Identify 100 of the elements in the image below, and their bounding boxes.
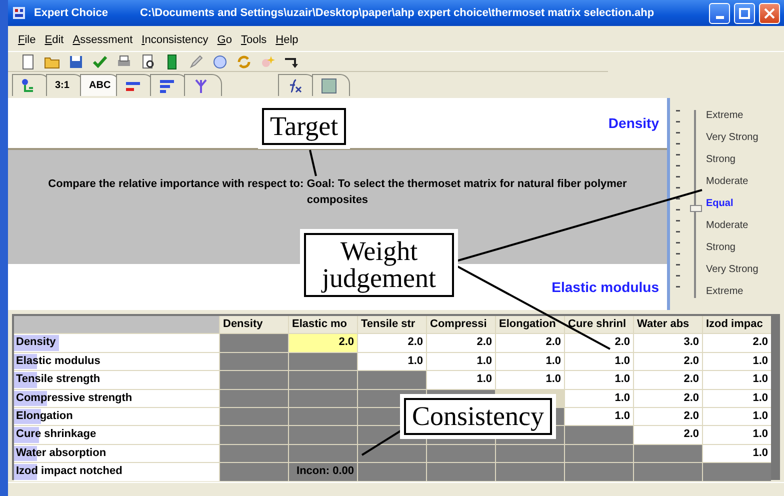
shaded-cell bbox=[289, 352, 357, 370]
scale-option[interactable]: Strong bbox=[706, 236, 758, 258]
shaded-cell bbox=[289, 444, 357, 462]
menu-item[interactable]: Tools bbox=[240, 32, 267, 49]
window-title: C:\Documents and Settings\uzair\Desktop\paper\ahp expert choice\thermoset matrix selection.ahp bbox=[140, 6, 654, 21]
menu-item[interactable]: Help bbox=[276, 32, 298, 49]
scale-option[interactable]: Equal bbox=[706, 192, 758, 214]
matrix-cell[interactable]: 1.0 bbox=[358, 352, 426, 370]
matrix-cell[interactable]: 2.0 bbox=[634, 390, 702, 407]
close-button[interactable] bbox=[759, 2, 780, 24]
maximize-icon bbox=[739, 8, 750, 18]
scale-option[interactable]: Very Strong bbox=[706, 258, 758, 280]
column-header: Cure shrinl bbox=[565, 316, 633, 334]
shaded-cell bbox=[358, 463, 426, 481]
row-label-text: Izod impact notched bbox=[16, 465, 122, 478]
matrix-cell[interactable]: 1.0 bbox=[427, 352, 495, 370]
menu-item[interactable]: Go bbox=[217, 32, 232, 49]
column-header: Tensile str bbox=[358, 316, 426, 334]
matrix-cell[interactable]: 2.0 bbox=[634, 371, 702, 389]
matrix-cell[interactable]: 2.0 bbox=[496, 334, 564, 352]
column-header: Density bbox=[220, 316, 288, 334]
scale-option[interactable]: Extreme bbox=[706, 280, 758, 302]
row-label-text: Tensile strength bbox=[16, 373, 100, 386]
shaded-cell: Incon: 0.00 bbox=[289, 463, 357, 481]
app-icon bbox=[12, 6, 26, 20]
row-label-text: Elongation bbox=[16, 410, 73, 422]
matrix-cell[interactable]: 2.0 bbox=[427, 334, 495, 352]
shaded-cell bbox=[289, 426, 357, 444]
shaded-cell bbox=[565, 444, 633, 462]
shaded-cell bbox=[220, 408, 288, 426]
element-label: Density bbox=[608, 114, 659, 133]
element-label: Elastic modulus bbox=[552, 278, 659, 296]
scale-option[interactable]: Strong bbox=[706, 148, 758, 170]
shaded-cell bbox=[427, 444, 495, 462]
menu-item[interactable]: Inconsistency bbox=[142, 32, 208, 49]
tab[interactable] bbox=[312, 74, 350, 96]
column-header: Izod impac bbox=[703, 316, 771, 334]
fork-icon bbox=[192, 78, 209, 94]
leader-line bbox=[309, 150, 317, 176]
matrix-cell[interactable]: 1.0 bbox=[703, 426, 771, 444]
shaded-cell bbox=[289, 408, 357, 426]
callout-label: Consistency bbox=[404, 398, 552, 435]
matrix-cell[interactable]: 2.0 bbox=[703, 334, 771, 352]
matrix-cell[interactable]: 1.0 bbox=[565, 352, 633, 370]
pencil-icon[interactable] bbox=[188, 54, 204, 70]
matrix-cell[interactable]: 1.0 bbox=[565, 390, 633, 407]
row-label-text: Compressive strength bbox=[16, 392, 132, 404]
globe-icon[interactable] bbox=[212, 54, 228, 70]
shaded-cell bbox=[220, 334, 288, 352]
matrix-cell[interactable]: 1.0 bbox=[565, 371, 633, 389]
matrix-cell[interactable]: 3.0 bbox=[634, 334, 702, 352]
scale-option[interactable]: Extreme bbox=[706, 104, 758, 126]
shaded-cell bbox=[289, 390, 357, 407]
matrix-cell[interactable]: 2.0 bbox=[289, 334, 357, 352]
scale-option[interactable]: Moderate bbox=[706, 170, 758, 192]
minimize-button[interactable] bbox=[709, 2, 730, 24]
matrix-cell[interactable]: 1.0 bbox=[703, 444, 771, 462]
scale-option[interactable]: Very Strong bbox=[706, 126, 758, 148]
close-icon bbox=[764, 8, 775, 18]
shaded-cell bbox=[634, 463, 702, 481]
matrix-cell[interactable]: 2.0 bbox=[358, 334, 426, 352]
callout-label: Weight judgement bbox=[304, 233, 454, 297]
grid-icon bbox=[320, 78, 337, 94]
matrix-cell[interactable]: 1.0 bbox=[427, 371, 495, 389]
comparison-prompt: Compare the relative importance with respect to: Goal: To select the thermoset matrix for natural fiber polymer composites bbox=[47, 176, 628, 208]
matrix-cell[interactable]: 1.0 bbox=[496, 352, 564, 370]
matrix-cell[interactable]: 1.0 bbox=[703, 371, 771, 389]
scale-option[interactable]: Moderate bbox=[706, 214, 758, 236]
matrix-cell[interactable]: 1.0 bbox=[703, 408, 771, 426]
matrix-cell[interactable]: 1.0 bbox=[565, 408, 633, 426]
column-header: Compressi bbox=[427, 316, 495, 334]
app-name: Expert Choice bbox=[34, 6, 108, 21]
slider-thumb[interactable] bbox=[690, 205, 702, 212]
shaded-cell bbox=[496, 444, 564, 462]
shaded-cell bbox=[565, 463, 633, 481]
matrix-cell[interactable]: 1.0 bbox=[496, 371, 564, 389]
matrix-cell[interactable]: 2.0 bbox=[634, 352, 702, 370]
maximize-button[interactable] bbox=[734, 2, 755, 24]
matrix-cell[interactable]: 2.0 bbox=[634, 408, 702, 426]
menu-item[interactable]: Assessment bbox=[72, 32, 133, 49]
shaded-cell bbox=[427, 463, 495, 481]
column-header: Elastic mo bbox=[289, 316, 357, 334]
tab[interactable] bbox=[184, 74, 222, 96]
checkmark-icon[interactable] bbox=[92, 54, 108, 70]
preview-icon[interactable] bbox=[140, 54, 156, 70]
matrix-cell[interactable]: 2.0 bbox=[634, 426, 702, 444]
column-header: Elongation bbox=[496, 316, 564, 334]
shaded-cell bbox=[634, 444, 702, 462]
menu-item[interactable]: Edit bbox=[44, 32, 64, 49]
menu-item[interactable]: File bbox=[18, 32, 36, 49]
bar-chart-icon bbox=[158, 78, 175, 94]
matrix-cell[interactable]: 2.0 bbox=[565, 334, 633, 352]
matrix-cell[interactable]: 1.0 bbox=[703, 390, 771, 407]
row-label-text: Water absorption bbox=[16, 446, 106, 459]
shaded-cell bbox=[220, 390, 288, 407]
matrix-cell[interactable]: 1.0 bbox=[703, 352, 771, 370]
page-icon[interactable] bbox=[20, 54, 36, 70]
shaded-cell bbox=[220, 444, 288, 462]
leader-line bbox=[361, 429, 403, 456]
shaded-cell bbox=[220, 371, 288, 389]
